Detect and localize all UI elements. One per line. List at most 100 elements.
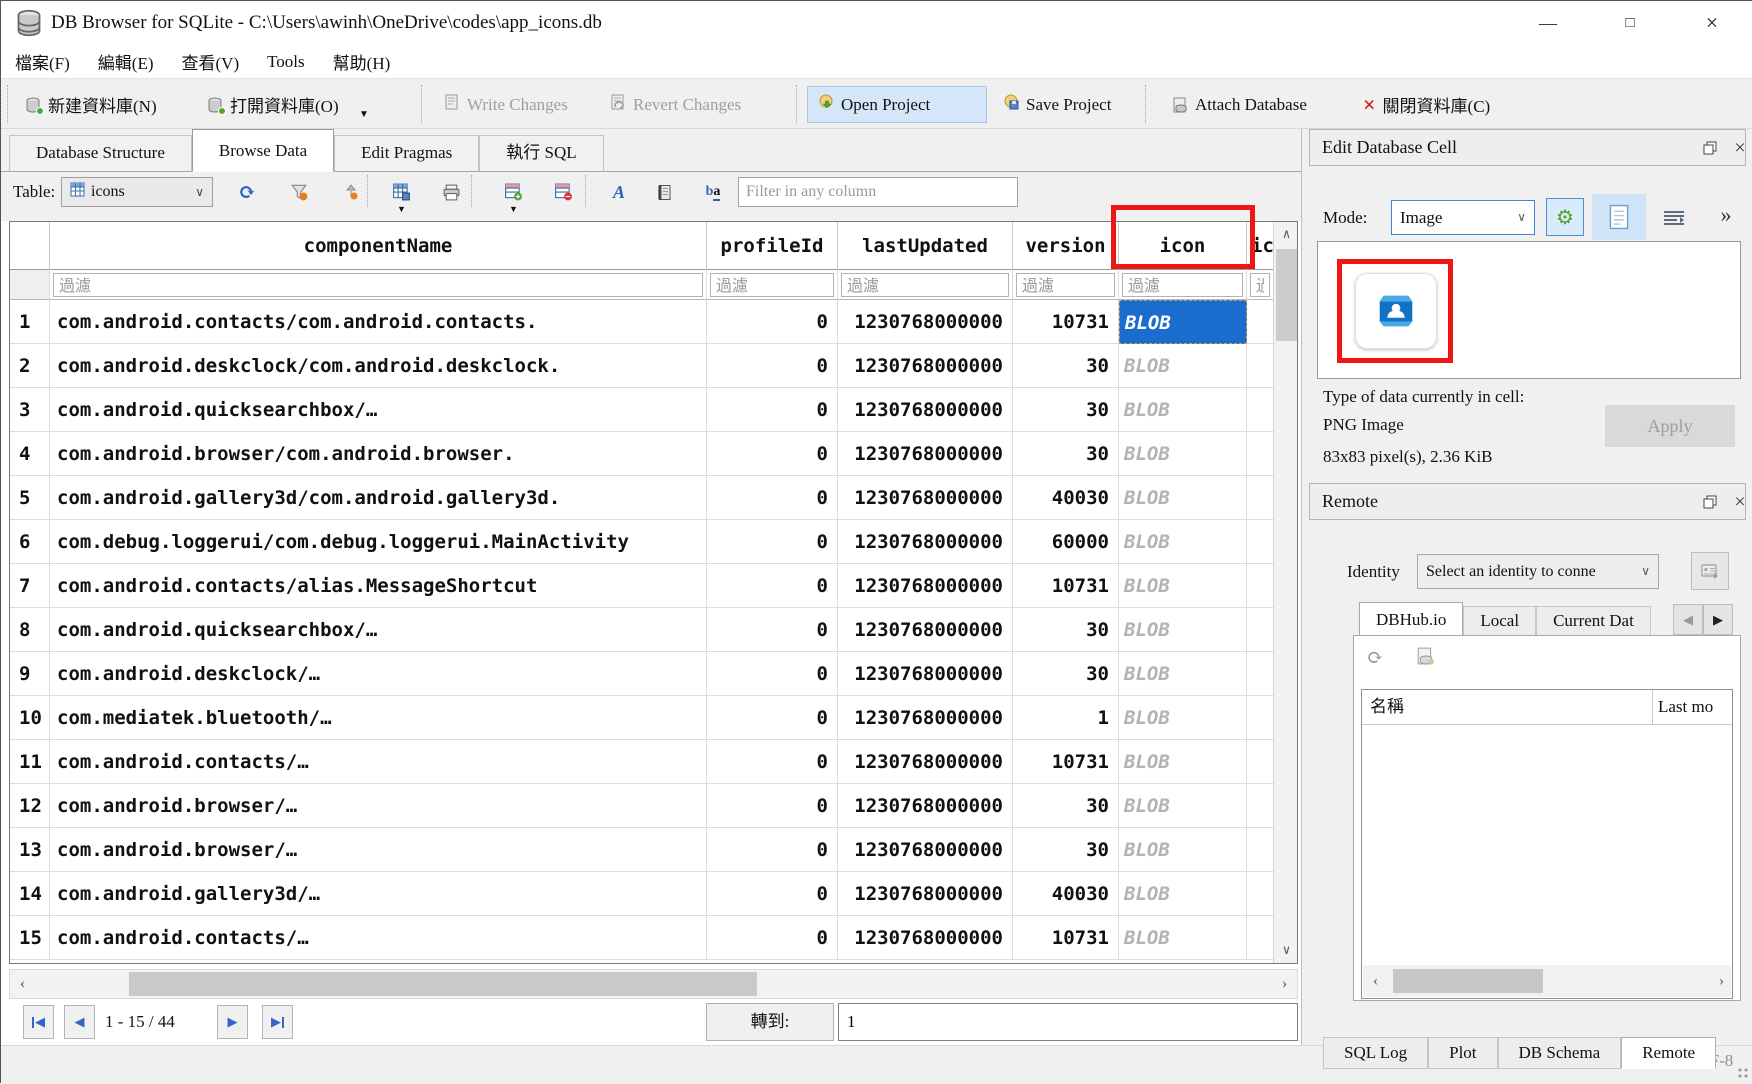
row-number[interactable]: 9 xyxy=(10,652,50,696)
cell-componentName[interactable]: com.android.deskclock/com.android.deskcl… xyxy=(50,344,707,388)
cell-version[interactable]: 30 xyxy=(1013,608,1119,652)
remote-scroll-thumb[interactable] xyxy=(1393,969,1543,993)
cell-componentName[interactable]: com.android.gallery3d/com.android.galler… xyxy=(50,476,707,520)
main-tab[interactable]: Edit Pragmas xyxy=(334,135,479,171)
cell-icon-blob[interactable]: BLOB xyxy=(1119,916,1247,960)
text-encoding-button[interactable]: ba xyxy=(699,178,727,206)
apply-button[interactable]: Apply xyxy=(1605,405,1735,447)
cell-version[interactable]: 30 xyxy=(1013,784,1119,828)
undock-icon[interactable] xyxy=(1698,136,1722,160)
column-header-componentName[interactable]: componentName xyxy=(50,222,707,270)
cell-componentName[interactable]: com.android.contacts/com.android.contact… xyxy=(50,300,707,344)
cell-lastUpdated[interactable]: 1230768000000 xyxy=(838,344,1013,388)
font-format-button[interactable]: A xyxy=(605,178,633,206)
cell-profileId[interactable]: 0 xyxy=(707,608,838,652)
cell-profileId[interactable]: 0 xyxy=(707,388,838,432)
goto-record-input[interactable] xyxy=(838,1003,1298,1041)
column-filter-input[interactable] xyxy=(710,273,834,297)
cell-partial[interactable] xyxy=(1247,520,1274,564)
close-icon[interactable]: × xyxy=(1728,136,1752,160)
auto-mode-button[interactable]: ⚙ xyxy=(1546,198,1584,236)
delete-record-button[interactable] xyxy=(549,178,577,206)
cell-icon-blob[interactable]: BLOB xyxy=(1119,344,1247,388)
row-number[interactable]: 2 xyxy=(10,344,50,388)
cell-partial[interactable] xyxy=(1247,740,1274,784)
column-header-lastUpdated[interactable]: lastUpdated xyxy=(838,222,1013,270)
next-page-button[interactable]: ▶ xyxy=(217,1005,248,1039)
row-number[interactable]: 7 xyxy=(10,564,50,608)
cell-lastUpdated[interactable]: 1230768000000 xyxy=(838,696,1013,740)
column-filter-input[interactable] xyxy=(841,273,1009,297)
scroll-up-icon[interactable]: ∧ xyxy=(1274,222,1298,247)
cell-version[interactable]: 10731 xyxy=(1013,564,1119,608)
cell-version[interactable]: 30 xyxy=(1013,388,1119,432)
open-project-button[interactable]: Open Project xyxy=(807,86,987,123)
clear-filters-button[interactable] xyxy=(285,178,313,206)
row-number[interactable]: 3 xyxy=(10,388,50,432)
maximize-button[interactable]: □ xyxy=(1595,1,1665,45)
scroll-left-icon[interactable]: ‹ xyxy=(10,970,35,998)
undock-icon[interactable] xyxy=(1698,490,1722,514)
cell-icon-blob[interactable]: BLOB xyxy=(1119,696,1247,740)
cell-version[interactable]: 30 xyxy=(1013,652,1119,696)
grid-vertical-scrollbar[interactable]: ∧ ∨ xyxy=(1273,222,1298,963)
cell-lastUpdated[interactable]: 1230768000000 xyxy=(838,652,1013,696)
cell-profileId[interactable]: 0 xyxy=(707,740,838,784)
dock-tab[interactable]: SQL Log xyxy=(1323,1037,1428,1069)
cell-lastUpdated[interactable]: 1230768000000 xyxy=(838,784,1013,828)
remote-refresh-icon[interactable]: ⟳ xyxy=(1367,645,1384,670)
cell-version[interactable]: 1 xyxy=(1013,696,1119,740)
horizontal-scroll-thumb[interactable] xyxy=(129,972,757,996)
cell-profileId[interactable]: 0 xyxy=(707,828,838,872)
cell-lastUpdated[interactable]: 1230768000000 xyxy=(838,388,1013,432)
remote-tabs-scroll-right[interactable]: ▶ xyxy=(1703,604,1733,635)
main-tab[interactable]: Database Structure xyxy=(9,135,192,171)
manage-identities-button[interactable] xyxy=(1691,552,1729,590)
cell-version[interactable]: 40030 xyxy=(1013,476,1119,520)
cell-lastUpdated[interactable]: 1230768000000 xyxy=(838,520,1013,564)
close-button[interactable]: × xyxy=(1677,1,1747,45)
identity-select[interactable]: Select an identity to conne ∨ xyxy=(1417,554,1659,589)
write-changes-button[interactable]: Write Changes xyxy=(435,86,578,123)
filter-any-column-input[interactable] xyxy=(738,177,1018,207)
dock-tab[interactable]: Remote xyxy=(1621,1037,1716,1069)
cell-componentName[interactable]: com.debug.loggerui/com.debug.loggerui.Ma… xyxy=(50,520,707,564)
cell-icon-blob[interactable]: BLOB xyxy=(1119,564,1247,608)
cell-profileId[interactable]: 0 xyxy=(707,432,838,476)
column-header-profileId[interactable]: profileId xyxy=(707,222,838,270)
table-select[interactable]: icons ∨ xyxy=(61,177,213,207)
goto-button[interactable]: 轉到: xyxy=(706,1003,834,1041)
dock-tab[interactable]: DB Schema xyxy=(1498,1037,1622,1069)
cell-componentName[interactable]: com.android.gallery3d/… xyxy=(50,872,707,916)
cell-partial[interactable] xyxy=(1247,300,1274,344)
row-number[interactable]: 11 xyxy=(10,740,50,784)
cell-icon-blob[interactable]: BLOB xyxy=(1119,520,1247,564)
cell-partial[interactable] xyxy=(1247,476,1274,520)
remote-last-modified-column-header[interactable]: Last mo xyxy=(1658,690,1732,724)
previous-page-button[interactable]: ◀ xyxy=(64,1005,95,1039)
cell-componentName[interactable]: com.android.deskclock/… xyxy=(50,652,707,696)
grid-horizontal-scrollbar[interactable]: ‹ › xyxy=(9,969,1298,999)
cell-lastUpdated[interactable]: 1230768000000 xyxy=(838,432,1013,476)
open-database-button[interactable]: 打開資料庫(O) xyxy=(197,86,349,123)
cell-icon-blob[interactable]: BLOB xyxy=(1119,828,1247,872)
more-tools-button[interactable]: » xyxy=(1711,199,1741,233)
cell-icon-blob[interactable]: BLOB xyxy=(1119,740,1247,784)
cell-profileId[interactable]: 0 xyxy=(707,344,838,388)
cell-lastUpdated[interactable]: 1230768000000 xyxy=(838,828,1013,872)
cell-componentName[interactable]: com.android.contacts/… xyxy=(50,916,707,960)
cell-profileId[interactable]: 0 xyxy=(707,520,838,564)
remote-tab[interactable]: Current Dat xyxy=(1536,606,1651,636)
cell-lastUpdated[interactable]: 1230768000000 xyxy=(838,740,1013,784)
remote-horizontal-scrollbar[interactable]: ‹ › xyxy=(1363,965,1731,997)
print-button[interactable] xyxy=(437,178,465,206)
cell-version[interactable]: 30 xyxy=(1013,344,1119,388)
cell-icon-blob[interactable]: BLOB xyxy=(1119,388,1247,432)
cell-lastUpdated[interactable]: 1230768000000 xyxy=(838,608,1013,652)
cell-lastUpdated[interactable]: 1230768000000 xyxy=(838,916,1013,960)
cell-profileId[interactable]: 0 xyxy=(707,784,838,828)
menu-item[interactable]: 編輯(E) xyxy=(98,49,154,74)
cell-lastUpdated[interactable]: 1230768000000 xyxy=(838,300,1013,344)
row-number[interactable]: 1 xyxy=(10,300,50,344)
cell-icon-blob[interactable]: BLOB xyxy=(1119,608,1247,652)
